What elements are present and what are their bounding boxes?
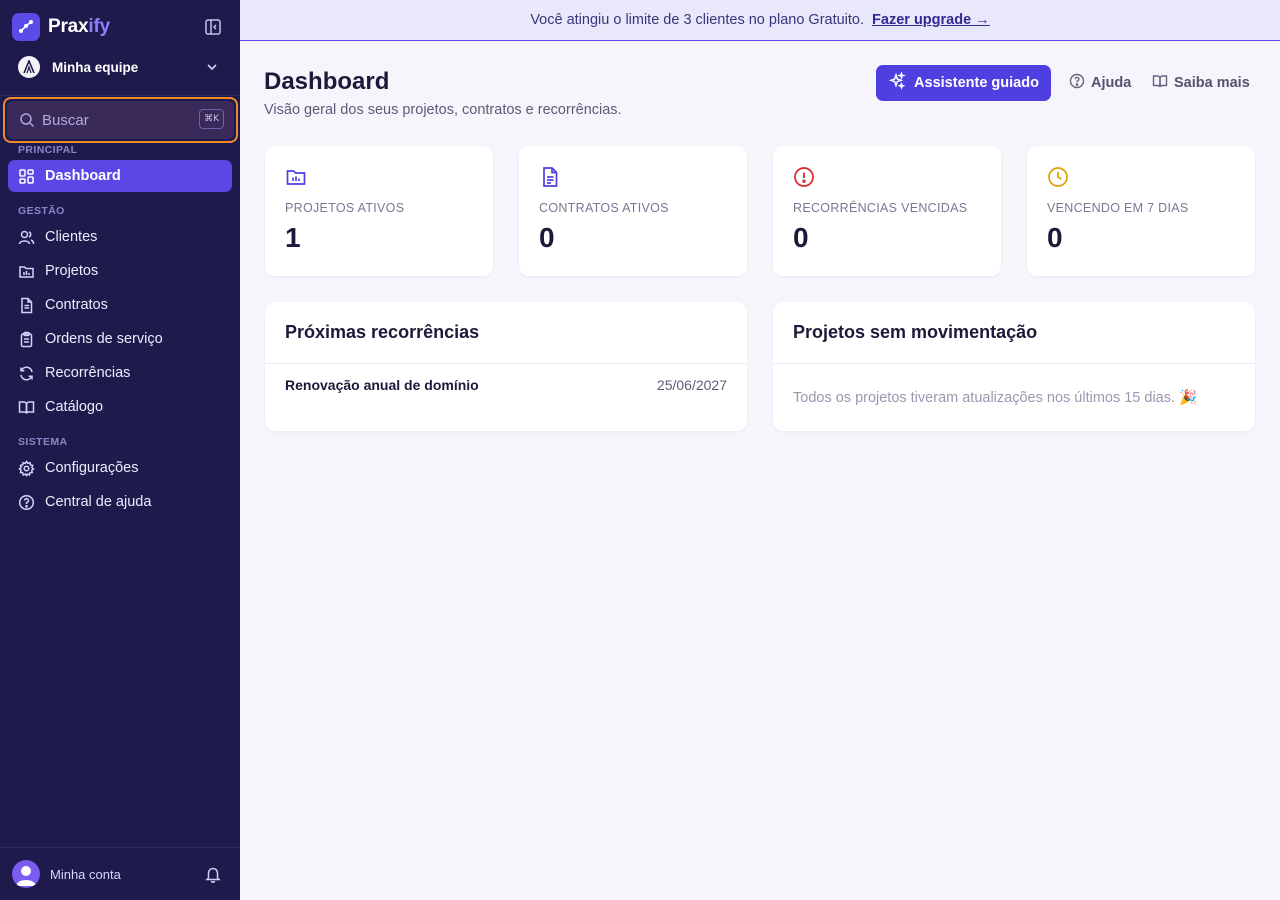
- search-box[interactable]: ⌘K: [3, 97, 238, 143]
- help-button[interactable]: Ajuda: [1069, 65, 1131, 101]
- account-name: Minha conta: [50, 866, 121, 882]
- stat-card-due-soon: VENCENDO EM 7 DIAS 0: [1027, 146, 1255, 276]
- sidebar-item-label: Catálogo: [45, 399, 104, 415]
- users-icon: [18, 229, 35, 246]
- bell-icon[interactable]: [204, 865, 222, 883]
- panel-title: Próximas recorrências: [285, 322, 480, 342]
- sidebar-divider: [0, 847, 240, 848]
- stat-card-active-projects: PROJETOS ATIVOS 1: [265, 146, 493, 276]
- banner-text: Você atingiu o limite de 3 clientes no p…: [530, 12, 865, 28]
- page-subtitle: Visão geral dos seus projetos, contratos…: [264, 102, 622, 118]
- stat-card-active-contracts: CONTRATOS ATIVOS 0: [519, 146, 747, 276]
- brand-logo-icon: [12, 13, 40, 41]
- sidebar-item-label: Dashboard: [45, 168, 121, 184]
- avatar: [12, 860, 40, 888]
- team-logo-icon: [18, 56, 40, 78]
- chevron-down-icon: [204, 59, 220, 75]
- help-circle-icon: [18, 494, 35, 511]
- refresh-icon: [18, 365, 35, 382]
- section-label-sistema: SISTEMA: [18, 436, 68, 448]
- dashboard-icon: [18, 168, 35, 185]
- sidebar-item-dashboard[interactable]: Dashboard: [8, 160, 232, 192]
- stat-value: 1: [285, 222, 301, 253]
- stat-value: 0: [793, 222, 809, 253]
- sparkles-icon: [888, 71, 906, 94]
- collapse-sidebar-icon[interactable]: [204, 18, 222, 36]
- search-shortcut-badge: ⌘K: [199, 109, 224, 129]
- book-open-icon: [1152, 73, 1168, 93]
- page-title: Dashboard: [264, 68, 390, 95]
- guided-assistant-button[interactable]: Assistente guiado: [876, 65, 1051, 101]
- sidebar-item-central-de-ajuda[interactable]: Central de ajuda: [8, 486, 232, 518]
- sidebar-item-label: Clientes: [45, 229, 98, 245]
- stat-value: 0: [539, 222, 555, 253]
- brand[interactable]: Praxify: [12, 13, 110, 41]
- sidebar-item-contratos[interactable]: Contratos: [8, 289, 232, 321]
- search-input[interactable]: [42, 111, 182, 129]
- book-open-icon: [18, 399, 35, 416]
- stat-label: PROJETOS ATIVOS: [285, 201, 405, 215]
- stat-label: RECORRÊNCIAS VENCIDAS: [793, 201, 968, 215]
- document-icon: [18, 297, 35, 314]
- section-label-principal: PRINCIPAL: [18, 144, 78, 156]
- team-name: Minha equipe: [52, 59, 139, 75]
- learn-more-label: Saiba mais: [1174, 75, 1250, 91]
- sidebar-item-label: Recorrências: [45, 365, 131, 381]
- sidebar-item-clientes[interactable]: Clientes: [8, 221, 232, 253]
- stat-value: 0: [1047, 222, 1063, 253]
- stat-label: VENCENDO EM 7 DIAS: [1047, 201, 1189, 215]
- stat-card-overdue-recurrences: RECORRÊNCIAS VENCIDAS 0: [773, 146, 1001, 276]
- section-label-gestao: GESTÃO: [18, 205, 65, 217]
- recurrence-name: Renovação anual de domínio: [285, 377, 479, 393]
- search-icon: [19, 112, 35, 128]
- idle-projects-panel: Projetos sem movimentação Todos os proje…: [773, 302, 1255, 431]
- document-icon: [539, 166, 561, 188]
- sidebar-item-recorrencias[interactable]: Recorrências: [8, 357, 232, 389]
- team-switcher[interactable]: Minha equipe: [12, 54, 228, 80]
- panel-divider: [773, 363, 1255, 364]
- alert-circle-icon: [793, 166, 815, 188]
- help-circle-icon: [1069, 73, 1085, 93]
- empty-state-text: Todos os projetos tiveram atualizações n…: [793, 390, 1198, 406]
- sidebar-item-label: Ordens de serviço: [45, 331, 163, 347]
- sidebar-item-label: Contratos: [45, 297, 108, 313]
- folder-chart-icon: [18, 263, 35, 280]
- clipboard-icon: [18, 331, 35, 348]
- panel-title: Projetos sem movimentação: [793, 322, 1038, 342]
- learn-more-button[interactable]: Saiba mais: [1152, 65, 1250, 101]
- sidebar-item-label: Central de ajuda: [45, 494, 152, 510]
- sidebar: Praxify Minha equipe ⌘K PRINCIPAL Dashbo…: [0, 0, 240, 900]
- gear-icon: [18, 459, 35, 477]
- sidebar-item-label: Projetos: [45, 263, 99, 279]
- upgrade-banner: Você atingiu o limite de 3 clientes no p…: [240, 0, 1280, 41]
- clock-icon: [1047, 166, 1069, 188]
- upgrade-link[interactable]: Fazer upgrade →: [872, 12, 990, 28]
- folder-chart-icon: [285, 166, 307, 188]
- sidebar-item-projetos[interactable]: Projetos: [8, 255, 232, 287]
- recurrence-date: 25/06/2027: [656, 377, 727, 393]
- upcoming-recurrences-panel: Próximas recorrências Renovação anual de…: [265, 302, 747, 431]
- stat-label: CONTRATOS ATIVOS: [539, 201, 669, 215]
- panel-divider: [265, 363, 747, 364]
- brand-name: Praxify: [48, 16, 110, 37]
- sidebar-item-catalogo[interactable]: Catálogo: [8, 391, 232, 423]
- help-label: Ajuda: [1091, 75, 1132, 91]
- sidebar-item-configuracoes[interactable]: Configurações: [8, 452, 232, 484]
- account-menu[interactable]: Minha conta: [12, 860, 228, 888]
- sidebar-item-ordens-de-servico[interactable]: Ordens de serviço: [8, 323, 232, 355]
- sidebar-item-label: Configurações: [45, 460, 139, 476]
- sidebar-divider: [0, 95, 240, 96]
- guided-assistant-label: Assistente guiado: [914, 75, 1039, 91]
